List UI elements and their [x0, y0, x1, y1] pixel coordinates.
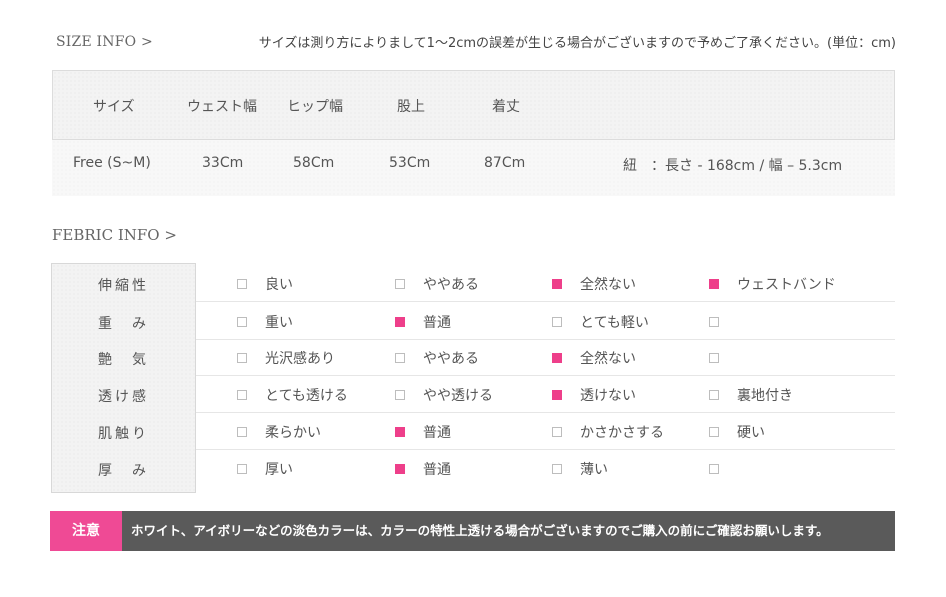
unchecked-box-icon [395, 390, 405, 400]
fabric-row: 肌触り 柔らかい 普通 かさかさする 硬い [51, 413, 895, 450]
fabric-option-label: 全然ない [580, 351, 636, 367]
size-value-string: 紐 ：長さ - 168cm / 幅 – 5.3cm [623, 158, 843, 174]
size-header-size: サイズ [93, 99, 135, 115]
fabric-row-label: 透け感 [98, 389, 149, 405]
unchecked-box-icon [552, 317, 562, 327]
size-header-hip: ヒップ幅 [287, 99, 343, 115]
fabric-option-label: 透けない [580, 388, 636, 404]
fabric-row: 重 み 重い 普通 とても軽い [51, 303, 895, 340]
fabric-option-label: 硬い [737, 425, 765, 441]
unchecked-box-icon [709, 464, 719, 474]
fabric-option-label: 普通 [423, 315, 451, 331]
fabric-option-label: 重い [265, 315, 293, 331]
checked-box-icon [395, 427, 405, 437]
size-header-waist: ウェスト幅 [187, 99, 257, 115]
fabric-info-title: FEBRIC INFO > [52, 226, 177, 244]
checked-box-icon [709, 279, 719, 289]
fabric-option-label: 普通 [423, 462, 451, 478]
checked-box-icon [552, 279, 562, 289]
row-divider [196, 301, 895, 302]
size-table-header-row: サイズ ウェスト幅 ヒップ幅 股上 着丈 [52, 70, 895, 140]
size-value-length: 87Cm [484, 155, 526, 171]
fabric-row-label: 肌触り [98, 426, 149, 442]
size-header-rise: 股上 [397, 99, 425, 115]
size-value-hip: 58Cm [293, 155, 335, 171]
fabric-row: 透け感 とても透ける やや透ける 透けない 裏地付き [51, 376, 895, 413]
unchecked-box-icon [237, 390, 247, 400]
unchecked-box-icon [709, 390, 719, 400]
fabric-option-label: 裏地付き [737, 388, 793, 404]
fabric-row-label: 重 み [98, 316, 149, 332]
size-table: サイズ ウェスト幅 ヒップ幅 股上 着丈 Free (S~M) 33Cm 58C… [52, 70, 895, 196]
fabric-table: 伸縮性 良い ややある 全然ない ウェストバンド重 み重い 普通 とても軽い艶 気光沢感あり… [51, 263, 895, 493]
unchecked-box-icon [709, 427, 719, 437]
fabric-row-label: 厚 み [98, 463, 149, 479]
fabric-row: 伸縮性 良い ややある 全然ない ウェストバンド [51, 265, 895, 302]
checked-box-icon [395, 317, 405, 327]
fabric-row-label: 伸縮性 [98, 278, 149, 294]
size-info-header: SIZE INFO > サイズは測り方によりまして1～2cmの誤差が生じる場合が… [56, 32, 896, 54]
fabric-option-label: 全然ない [580, 277, 636, 293]
fabric-option-label: とても軽い [580, 315, 649, 331]
checked-box-icon [395, 464, 405, 474]
fabric-option-label: やや透ける [423, 388, 493, 404]
unchecked-box-icon [552, 464, 562, 474]
unchecked-box-icon [237, 317, 247, 327]
fabric-option-label: ややある [423, 277, 479, 293]
size-info-title: SIZE INFO > [56, 34, 153, 50]
size-value-size: Free (S~M) [73, 155, 151, 171]
fabric-row-label: 艶 気 [98, 352, 149, 368]
fabric-option-label: 普通 [423, 425, 451, 441]
unchecked-box-icon [237, 427, 247, 437]
size-value-rise: 53Cm [389, 155, 431, 171]
checked-box-icon [552, 353, 562, 363]
fabric-option-label: 柔らかい [265, 425, 321, 441]
unchecked-box-icon [709, 317, 719, 327]
unchecked-box-icon [395, 353, 405, 363]
unchecked-box-icon [552, 427, 562, 437]
size-table-value-row: Free (S~M) 33Cm 58Cm 53Cm 87Cm 紐 ：長さ - 1… [52, 140, 895, 196]
fabric-option-label: 薄い [580, 462, 608, 478]
checked-box-icon [552, 390, 562, 400]
fabric-row: 艶 気 光沢感あり ややある 全然ない [51, 339, 895, 376]
fabric-option-label: 良い [265, 277, 293, 293]
notice-badge: 注意 [50, 511, 122, 551]
unchecked-box-icon [237, 353, 247, 363]
size-header-length: 着丈 [492, 99, 520, 115]
fabric-option-label: ウェストバンド [737, 277, 836, 293]
fabric-row: 厚 み 厚い 普通 薄い [51, 450, 895, 487]
size-info-note: サイズは測り方によりまして1～2cmの誤差が生じる場合がございますので予めご了承… [258, 36, 896, 51]
fabric-option-label: かさかさする [580, 425, 664, 441]
unchecked-box-icon [709, 353, 719, 363]
notice-banner: 注意 ホワイト、アイボリーなどの淡色カラーは、カラーの特性上透ける場合がございま… [50, 511, 895, 551]
fabric-option-label: ややある [423, 351, 479, 367]
size-value-waist: 33Cm [202, 155, 244, 171]
fabric-option-label: 光沢感あり [265, 351, 335, 367]
fabric-option-label: とても透ける [265, 388, 348, 404]
unchecked-box-icon [237, 464, 247, 474]
unchecked-box-icon [395, 279, 405, 289]
unchecked-box-icon [237, 279, 247, 289]
notice-text: ホワイト、アイボリーなどの淡色カラーは、カラーの特性上透ける場合がございますので… [131, 523, 829, 538]
fabric-option-label: 厚い [265, 462, 293, 478]
